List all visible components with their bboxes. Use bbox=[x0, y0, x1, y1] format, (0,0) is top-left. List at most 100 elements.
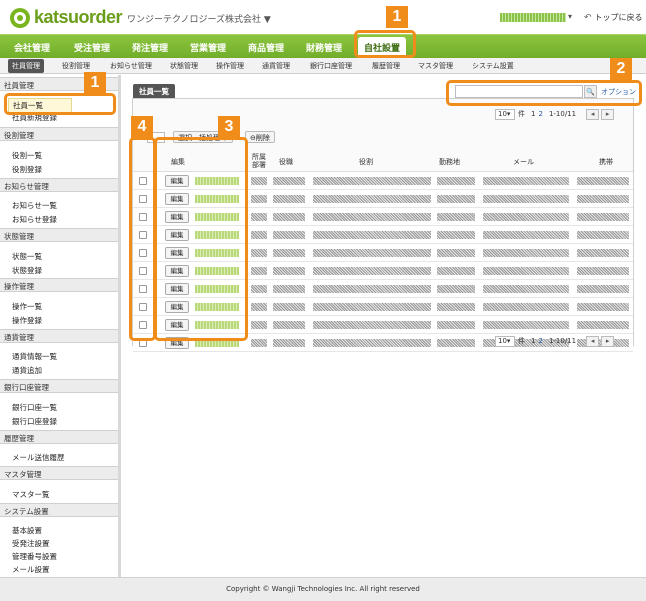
next-page-button[interactable]: ▸ bbox=[601, 108, 615, 120]
position-cell bbox=[273, 195, 305, 203]
sub-nav-item[interactable]: 役割管理 bbox=[62, 61, 90, 71]
sidebar-item[interactable]: 銀行口座一覧 bbox=[12, 402, 57, 413]
page-2-link[interactable]: 2 bbox=[538, 337, 542, 345]
mobile-cell bbox=[577, 321, 629, 329]
pagination-top: 10▾ 件 1 2 1-10/11 ◂ ▸ bbox=[495, 108, 615, 120]
department-cell bbox=[251, 249, 267, 257]
department-cell bbox=[251, 339, 267, 347]
sub-nav-item[interactable]: 状態管理 bbox=[170, 61, 198, 71]
sidebar-item[interactable]: 銀行口座登録 bbox=[12, 416, 57, 427]
annotation-frame-1a bbox=[354, 30, 416, 58]
location-cell bbox=[437, 285, 475, 293]
company-selector[interactable]: ワンジーテクノロジーズ株式会社 ▼ bbox=[127, 12, 271, 25]
delete-button[interactable]: ⊖削除 bbox=[245, 131, 275, 143]
sidebar-item[interactable]: 受発注設置 bbox=[12, 538, 50, 549]
location-cell bbox=[437, 321, 475, 329]
sub-nav-item[interactable]: 履歴管理 bbox=[372, 61, 400, 71]
sidebar-item[interactable]: 管理番号設置 bbox=[12, 551, 57, 562]
per-page-unit: 件 bbox=[518, 110, 525, 118]
sidebar-item[interactable]: 状態登録 bbox=[12, 265, 42, 276]
per-page-select[interactable]: 10▾ bbox=[495, 335, 515, 347]
sub-nav-item[interactable]: 通貨管理 bbox=[262, 61, 290, 71]
sidebar-item[interactable]: メール送信履歴 bbox=[12, 452, 65, 463]
position-cell bbox=[273, 213, 305, 221]
annotation-frame-3 bbox=[154, 137, 248, 341]
annotation-marker-1b: 1 bbox=[84, 72, 106, 94]
sidebar-item[interactable]: お知らせ登録 bbox=[12, 214, 57, 225]
column-header-role: 役割 bbox=[359, 158, 373, 166]
sidebar-item[interactable]: 基本設置 bbox=[12, 525, 42, 536]
logo-text: katsuorder bbox=[34, 7, 123, 27]
sub-nav-item[interactable]: システム設置 bbox=[472, 61, 514, 71]
next-page-button[interactable]: ▸ bbox=[601, 335, 615, 347]
sub-nav-item[interactable]: 銀行口座管理 bbox=[310, 61, 352, 71]
position-cell bbox=[273, 321, 305, 329]
main-nav: 会社管理 受注管理 発注管理 営業管理 商品管理 財務管理 自社設置 bbox=[0, 34, 646, 59]
page-2-link[interactable]: 2 bbox=[538, 110, 542, 118]
sub-nav-item-active[interactable]: 社員管理 bbox=[8, 59, 44, 73]
location-cell bbox=[437, 267, 475, 275]
role-cell bbox=[313, 267, 431, 275]
department-cell bbox=[251, 267, 267, 275]
position-cell bbox=[273, 231, 305, 239]
sub-nav-item[interactable]: 操作管理 bbox=[216, 61, 244, 71]
sidebar-item[interactable]: マスター覧 bbox=[12, 489, 50, 500]
sidebar-item[interactable]: 状態一覧 bbox=[12, 251, 42, 262]
sidebar-item[interactable]: 通貨情報一覧 bbox=[12, 351, 57, 362]
user-name-redacted[interactable] bbox=[500, 13, 566, 22]
role-cell bbox=[313, 339, 431, 347]
page-range: 1-10/11 bbox=[548, 337, 577, 345]
position-cell bbox=[273, 249, 305, 257]
sidebar-item[interactable]: お知らせ一覧 bbox=[12, 200, 57, 211]
location-cell bbox=[437, 213, 475, 221]
main-nav-item[interactable]: 財務管理 bbox=[306, 41, 342, 54]
prev-page-button[interactable]: ◂ bbox=[586, 335, 600, 347]
mobile-cell bbox=[577, 213, 629, 221]
sidebar-item[interactable]: メール設置 bbox=[12, 564, 50, 575]
email-cell bbox=[483, 231, 569, 239]
mobile-cell bbox=[577, 303, 629, 311]
annotation-marker-1a: 1 bbox=[386, 6, 408, 28]
mobile-cell bbox=[577, 285, 629, 293]
back-to-top-link[interactable]: ↶ トップに戻る bbox=[584, 12, 643, 23]
sub-nav-item[interactable]: お知らせ管理 bbox=[110, 61, 152, 71]
column-header-location: 勤務地 bbox=[439, 158, 460, 166]
sidebar-item[interactable]: 役割登録 bbox=[12, 164, 42, 175]
sidebar-item[interactable]: 操作一覧 bbox=[12, 301, 42, 312]
annotation-frame-1b bbox=[4, 93, 116, 115]
per-page-unit: 件 bbox=[518, 337, 525, 345]
main-nav-item[interactable]: 会社管理 bbox=[14, 41, 50, 54]
sidebar-item[interactable]: 役割一覧 bbox=[12, 150, 42, 161]
email-cell bbox=[483, 213, 569, 221]
annotation-marker-4: 4 bbox=[131, 116, 153, 138]
role-cell bbox=[313, 231, 431, 239]
annotation-marker-2: 2 bbox=[610, 58, 632, 80]
mobile-cell bbox=[577, 267, 629, 275]
role-cell bbox=[313, 321, 431, 329]
column-header-email: メール bbox=[513, 158, 534, 166]
prev-page-button[interactable]: ◂ bbox=[586, 108, 600, 120]
department-cell bbox=[251, 231, 267, 239]
logo[interactable]: katsuorder bbox=[10, 7, 123, 28]
role-cell bbox=[313, 213, 431, 221]
sidebar-section-header: 状態管理 bbox=[0, 228, 118, 242]
logo-icon bbox=[10, 7, 30, 28]
tab-employee-list[interactable]: 社員一覧 bbox=[133, 84, 175, 98]
per-page-select[interactable]: 10▾ bbox=[495, 108, 515, 120]
location-cell bbox=[437, 339, 475, 347]
annotation-frame-4 bbox=[129, 137, 156, 341]
mobile-cell bbox=[577, 195, 629, 203]
department-cell bbox=[251, 177, 267, 185]
sidebar-item[interactable]: 通貨追加 bbox=[12, 365, 42, 376]
sidebar-section-header: 通貨管理 bbox=[0, 329, 118, 343]
main-nav-item[interactable]: 商品管理 bbox=[248, 41, 284, 54]
role-cell bbox=[313, 195, 431, 203]
main-nav-item[interactable]: 発注管理 bbox=[132, 41, 168, 54]
sidebar-item[interactable]: 操作登録 bbox=[12, 315, 42, 326]
sub-nav-item[interactable]: マスタ管理 bbox=[418, 61, 453, 71]
page-1: 1 bbox=[531, 337, 536, 345]
main-nav-item[interactable]: 営業管理 bbox=[190, 41, 226, 54]
user-dropdown-caret[interactable]: ▾ bbox=[568, 12, 572, 21]
page-range: 1-10/11 bbox=[548, 110, 577, 118]
main-nav-item[interactable]: 受注管理 bbox=[74, 41, 110, 54]
